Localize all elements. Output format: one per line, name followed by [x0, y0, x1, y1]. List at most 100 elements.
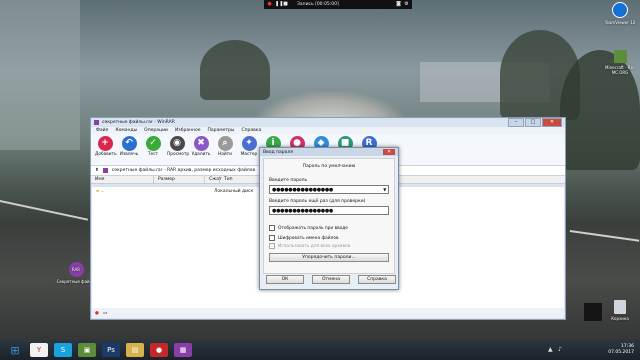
screen-recorder-bar: ● ❚❚ ■ Запись [00:05:00] ◙ ⚙ [264, 0, 412, 9]
minimize-button[interactable]: – [508, 118, 524, 127]
menu-operations[interactable]: Операции [144, 128, 168, 133]
maximize-button[interactable]: □ [525, 118, 541, 127]
minecraft-icon[interactable]: ▣ [78, 343, 96, 357]
up-folder-icon[interactable]: ⬆ [95, 168, 99, 173]
wizard-icon: ✦ [241, 136, 257, 151]
lock-icon: ● [95, 310, 99, 316]
reenter-password-label: Введите пароль ещё раз (для проверки) [269, 199, 366, 204]
delete-icon: ✖ [193, 136, 209, 151]
cancel-button[interactable]: Отмена [312, 275, 350, 284]
clock-date: 07.05.2017 [608, 350, 634, 355]
toolbar-button-extract[interactable]: ↶ Извлечь [119, 136, 139, 157]
toolbar-button-test[interactable]: ✓ Тест [143, 136, 163, 157]
toolbar-button-label: Мастер [240, 152, 258, 157]
recycle-bin-icon [614, 300, 626, 314]
folder-icon: ▰ [96, 188, 100, 194]
menu-favorites[interactable]: Избранное [175, 128, 201, 133]
menu-commands[interactable]: Команды [115, 128, 137, 133]
chevron-down-icon[interactable]: ▼ [383, 187, 386, 192]
volume-icon[interactable]: ♪ [558, 346, 562, 353]
building [0, 0, 80, 150]
checkbox-box [269, 243, 275, 249]
password-field[interactable]: ●●●●●●●●●●●●●●● ▼ [269, 185, 389, 194]
window-title: секретные файлы.rar - WinRAR [102, 120, 175, 125]
menu-file[interactable]: Файл [96, 128, 108, 133]
toolbar-button-label: Удалить [191, 152, 211, 157]
toolbar-button-label: Добавить [95, 152, 117, 157]
encrypt-names-checkbox[interactable]: Шифровать имена файлов [269, 235, 389, 241]
ok-button[interactable]: ОК [266, 275, 304, 284]
desktop-icon-label: TeamViewer 12 [604, 20, 636, 25]
menu-bar: Файл Команды Операции Избранное Параметр… [91, 127, 565, 134]
use-for-all-label: Использовать для всех архивов [278, 243, 351, 249]
add-icon: + [97, 136, 113, 151]
desktop-icon-label: Корзина [611, 316, 629, 321]
view-icon: ◉ [169, 136, 185, 151]
yandex-browser-icon[interactable]: Y [30, 343, 48, 357]
address-text: секретные файлы.rar - RAR архив, размер … [111, 168, 256, 173]
photoshop-icon[interactable]: Ps [102, 343, 120, 357]
extract-icon: ↶ [121, 136, 137, 151]
menu-options[interactable]: Параметры [208, 128, 235, 133]
toolbar-button-label: Найти [218, 152, 232, 157]
dialog-title-bar[interactable]: Ввод пароля ✕ [260, 148, 398, 156]
toolbar-button-view[interactable]: ◉ Просмотр [167, 136, 189, 157]
column-name[interactable]: Имя [91, 176, 154, 183]
recorder-icon[interactable]: ● [150, 343, 168, 357]
dialog-buttons: ОК Отмена Справка [266, 275, 396, 284]
organize-passwords-button[interactable]: Упорядочить пароли... [269, 253, 389, 262]
show-password-label: Отображать пароль при вводе [278, 225, 348, 231]
dialog-body: Пароль по умолчанию Введите пароль ●●●●●… [263, 158, 395, 274]
password-dialog: Ввод пароля ✕ Пароль по умолчанию Введит… [259, 147, 399, 290]
windows-start-icon[interactable]: ⊞ [6, 343, 24, 357]
toolbar-button-label: Тест [147, 152, 159, 157]
record-icon[interactable]: ● [267, 2, 272, 7]
toolbar-button-delete[interactable]: ✖ Удалить [191, 136, 211, 157]
desktop-icon-minecraft[interactable]: Minecraft - RU-MC.ORG [600, 50, 640, 75]
drive-icon: ▭ [102, 310, 108, 316]
password-value: ●●●●●●●●●●●●●●● [272, 186, 333, 193]
tray-up-arrow-icon[interactable]: ▲ [548, 346, 553, 353]
dialog-title: Ввод пароля [263, 149, 293, 155]
reenter-password-value: ●●●●●●●●●●●●●●● [272, 207, 333, 214]
use-for-all-checkbox: Использовать для всех архивов [269, 243, 389, 249]
skype-icon[interactable]: S [54, 343, 72, 357]
dark-square [584, 303, 602, 321]
stop-icon[interactable]: ■ [283, 2, 288, 7]
road-line [0, 200, 89, 221]
column-size[interactable]: Размер [154, 176, 205, 183]
show-password-checkbox[interactable]: Отображать пароль при вводе [269, 225, 389, 231]
close-button[interactable]: ✕ [542, 118, 562, 127]
reenter-password-field[interactable]: ●●●●●●●●●●●●●●● [269, 206, 389, 215]
clock[interactable]: 17:36 07.05.2017 [608, 344, 634, 356]
menu-help[interactable]: Справка [241, 128, 261, 133]
archive-icon [102, 168, 108, 173]
enter-password-label: Введите пароль [269, 178, 308, 183]
winrar-icon[interactable]: ▦ [174, 343, 192, 357]
desktop-icon-recycle-bin[interactable]: Корзина [600, 300, 640, 321]
recording-status: Запись [00:05:00] [297, 2, 339, 7]
winrar-title-bar[interactable]: секретные файлы.rar - WinRAR – □ ✕ [91, 118, 565, 127]
pause-icon[interactable]: ❚❚ [275, 2, 283, 7]
winrar-app-icon [94, 120, 99, 125]
taskbar: ⊞ Y S ▣ Ps ▤ ● ▦ [0, 340, 640, 360]
column-packed[interactable]: Сжат [205, 176, 222, 183]
desktop-icon-label: Minecraft - RU-MC.ORG [605, 65, 635, 75]
settings-icon[interactable]: ⚙ [404, 2, 409, 7]
toolbar-button-add[interactable]: + Добавить [95, 136, 117, 157]
toolbar-button-wizard[interactable]: ✦ Мастер [239, 136, 259, 157]
help-button[interactable]: Справка [358, 275, 396, 284]
test-icon: ✓ [145, 136, 161, 151]
minecraft-icon [613, 50, 627, 63]
toolbar-button-label: Извлечь [119, 152, 139, 157]
dialog-close-button[interactable]: ✕ [383, 149, 395, 155]
desktop-icon-teamviewer[interactable]: TeamViewer 12 [600, 2, 640, 25]
camera-icon[interactable]: ◙ [396, 2, 401, 7]
tab-default-password[interactable]: Пароль по умолчанию [269, 164, 389, 169]
toolbar-button-find[interactable]: ⌕ Найти [215, 136, 235, 157]
teamviewer-icon [612, 2, 628, 18]
encrypt-names-label: Шифровать имена файлов [278, 235, 339, 241]
checkbox-box[interactable] [269, 225, 275, 231]
explorer-icon[interactable]: ▤ [126, 343, 144, 357]
checkbox-box[interactable] [269, 235, 275, 241]
